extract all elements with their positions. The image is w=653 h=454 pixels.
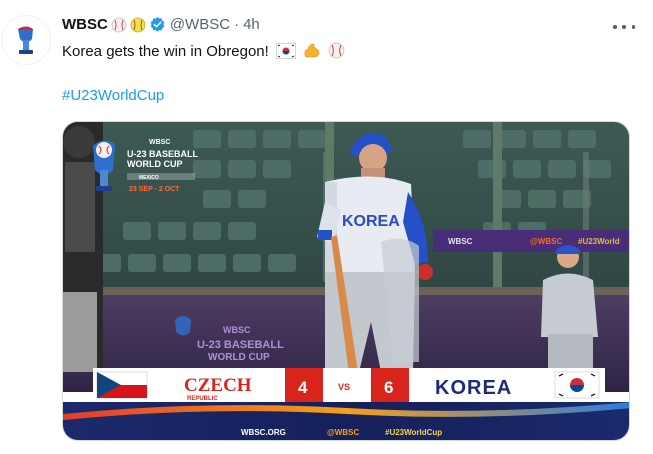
svg-text:#U23World: #U23World — [578, 237, 620, 246]
timestamp[interactable]: 4h — [243, 16, 260, 33]
footer-handle: @WBSC — [327, 428, 359, 437]
team2-name: KOREA — [435, 377, 512, 399]
korea-flag-icon — [275, 43, 296, 59]
avatar[interactable] — [1, 15, 51, 65]
tweet-text-body: Korea gets the win in Obregon! — [62, 43, 269, 60]
svg-text:WBSC: WBSC — [448, 237, 473, 246]
event-logo-host: MEXICO — [139, 175, 159, 181]
display-name[interactable]: WBSC — [62, 16, 108, 33]
team1-score: 4 — [298, 378, 308, 397]
verified-badge-icon — [150, 17, 165, 32]
team1-sub: REPUBLIC — [187, 396, 218, 402]
czech-flag-icon — [96, 371, 148, 399]
tweet-media-image[interactable]: WBSC @WBSC #U23World WBSC U-23 BASEBALL … — [62, 121, 630, 441]
wall-logo-brand: WBSC — [223, 325, 251, 335]
flexed-biceps-icon — [304, 43, 320, 58]
event-logo-dates: 23 SEP - 2 OCT — [129, 186, 180, 193]
vs-label: VS — [338, 382, 350, 392]
baseball-icon — [111, 17, 127, 32]
korea-flag-icon — [554, 371, 600, 399]
svg-text:@WBSC: @WBSC — [530, 237, 562, 246]
event-logo-line2: WORLD CUP — [127, 159, 183, 169]
team2-score: 6 — [384, 378, 393, 397]
wall-logo-line2: WORLD CUP — [208, 352, 270, 363]
team1-name: CZECH — [184, 375, 252, 396]
footer-site: WBSC.ORG — [241, 428, 286, 437]
baseball-icon — [328, 42, 345, 59]
more-options-icon[interactable] — [613, 18, 635, 36]
event-logo-brand: WBSC — [149, 139, 170, 146]
tweet-header: WBSC @WBSC · 4h — [62, 16, 260, 33]
tweet-text: Korea gets the win in Obregon! — [62, 41, 345, 62]
wbsc-logo-icon — [2, 16, 50, 64]
scoreboard: CZECH REPUBLIC 4 VS 6 KOREA — [93, 368, 605, 402]
footer-tag: #U23WorldCup — [385, 428, 442, 437]
jersey-text: KOREA — [342, 213, 400, 230]
hashtag-link[interactable]: #U23WorldCup — [62, 87, 164, 104]
event-logo-line1: U-23 BASEBALL — [127, 149, 199, 159]
game-photo: WBSC @WBSC #U23World WBSC U-23 BASEBALL … — [63, 122, 629, 440]
wall-logo-line1: U-23 BASEBALL — [197, 339, 284, 351]
handle[interactable]: @WBSC — [170, 16, 230, 33]
softball-icon — [130, 17, 146, 32]
separator-dot: · — [234, 16, 240, 33]
